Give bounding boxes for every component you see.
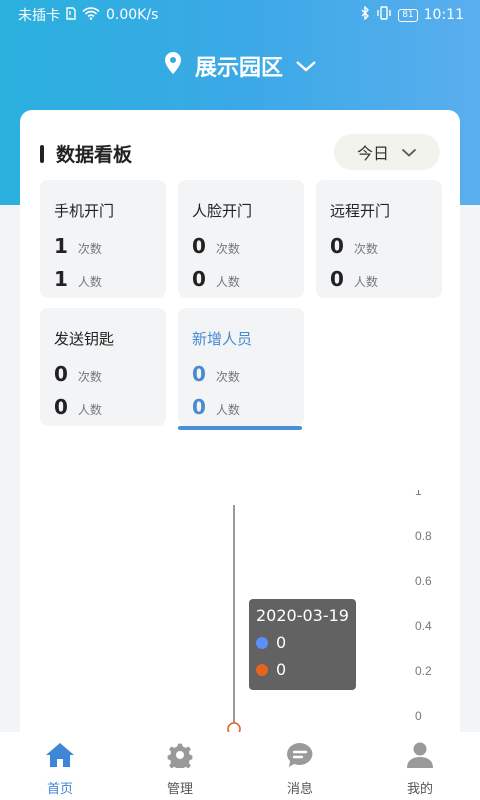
chevron-down-icon <box>401 143 417 162</box>
tab-manage-label: 管理 <box>166 782 193 797</box>
trend-chart[interactable]: 1 0.8 0.6 0.4 0.2 0 <box>20 490 460 750</box>
stat-people-unit: 人数 <box>77 275 102 289</box>
stat-people-unit: 人数 <box>353 275 378 289</box>
network-speed: 0.00K/s <box>106 7 159 23</box>
period-dropdown[interactable]: 今日 <box>334 134 440 170</box>
home-icon <box>45 742 75 772</box>
dashboard-title-text: 数据看板 <box>56 144 133 166</box>
stat-people: 0 <box>54 395 68 419</box>
tab-manage[interactable]: 管理 <box>120 732 240 800</box>
stat-card-face-open[interactable]: 人脸开门 0 次数 0 人数 <box>178 180 304 298</box>
series-1-dot <box>256 636 268 649</box>
tab-messages-label: 消息 <box>286 782 313 797</box>
sim-icon <box>66 6 76 24</box>
stat-card-remote-open[interactable]: 远程开门 0 次数 0 人数 <box>316 180 442 298</box>
stat-people: 0 <box>192 395 206 419</box>
bottom-tab-bar: 首页 管理 消息 我的 <box>0 732 480 800</box>
vibrate-icon <box>376 6 392 24</box>
stat-count-unit: 次数 <box>77 370 102 384</box>
tab-messages[interactable]: 消息 <box>240 732 360 800</box>
stat-card-new-members[interactable]: 新增人员 0 次数 0 人数 <box>178 308 304 430</box>
dashboard-card: 数据看板 今日 手机开门 1 次数 1 人数 人脸开门 0 次数 0 人数 远程开门 0… <box>20 110 460 750</box>
y-tick-label: 0 <box>415 709 422 723</box>
tab-home-label: 首页 <box>46 782 73 797</box>
tooltip-value-1: 0 <box>276 633 287 652</box>
location-selector[interactable]: 展示园区 <box>0 50 480 82</box>
wifi-icon <box>82 6 100 24</box>
y-tick-label: 0.8 <box>415 529 432 543</box>
stat-count: 0 <box>54 362 68 386</box>
stat-count: 1 <box>54 234 68 258</box>
stat-count: 0 <box>192 234 206 258</box>
stat-title: 远程开门 <box>330 202 391 220</box>
stat-card-send-key[interactable]: 发送钥匙 0 次数 0 人数 <box>40 308 166 426</box>
stat-count-unit: 次数 <box>215 370 240 384</box>
location-name: 展示园区 <box>194 56 283 81</box>
carrier-text: 未插卡 <box>18 8 60 24</box>
bluetooth-icon <box>360 5 370 24</box>
y-tick-label: 0.6 <box>415 574 432 588</box>
series-2-dot <box>256 663 268 676</box>
stat-count-unit: 次数 <box>77 242 102 256</box>
y-tick-label: 0.2 <box>415 664 432 678</box>
stat-people-unit: 人数 <box>215 403 240 417</box>
active-stat-underline <box>178 426 302 430</box>
stat-title: 人脸开门 <box>192 202 253 220</box>
gear-icon <box>165 742 195 772</box>
title-accent-bar <box>40 144 44 163</box>
clock-time: 10:11 <box>423 7 464 23</box>
battery-level: 81 <box>398 8 418 22</box>
tooltip-date: 2020-03-19 <box>256 606 349 625</box>
stat-count: 0 <box>330 234 344 258</box>
stat-title: 新增人员 <box>192 330 253 348</box>
tab-profile[interactable]: 我的 <box>360 732 480 800</box>
user-icon <box>405 742 435 772</box>
chart-tooltip: 2020-03-19 0 0 <box>249 599 356 690</box>
stat-card-phone-open[interactable]: 手机开门 1 次数 1 人数 <box>40 180 166 298</box>
stat-people-unit: 人数 <box>215 275 240 289</box>
message-icon <box>285 742 315 772</box>
tab-profile-label: 我的 <box>406 782 433 797</box>
stat-title: 手机开门 <box>54 202 115 220</box>
stat-title: 发送钥匙 <box>54 330 115 348</box>
chevron-down-icon <box>295 54 317 79</box>
y-tick-label: 1 <box>415 490 422 498</box>
tab-home[interactable]: 首页 <box>0 732 120 800</box>
stat-count: 0 <box>192 362 206 386</box>
stat-count-unit: 次数 <box>353 242 378 256</box>
dashboard-title: 数据看板 <box>40 140 132 167</box>
stat-count-unit: 次数 <box>215 242 240 256</box>
y-tick-label: 0.4 <box>415 619 432 633</box>
stat-people-unit: 人数 <box>77 403 102 417</box>
stat-people: 0 <box>330 267 344 291</box>
location-pin-icon <box>163 51 183 81</box>
tooltip-value-2: 0 <box>276 660 287 679</box>
stat-people: 1 <box>54 267 68 291</box>
stat-people: 0 <box>192 267 206 291</box>
period-value: 今日 <box>356 144 389 163</box>
status-bar: 未插卡 0.00K/s 81 10:11 <box>0 0 480 30</box>
